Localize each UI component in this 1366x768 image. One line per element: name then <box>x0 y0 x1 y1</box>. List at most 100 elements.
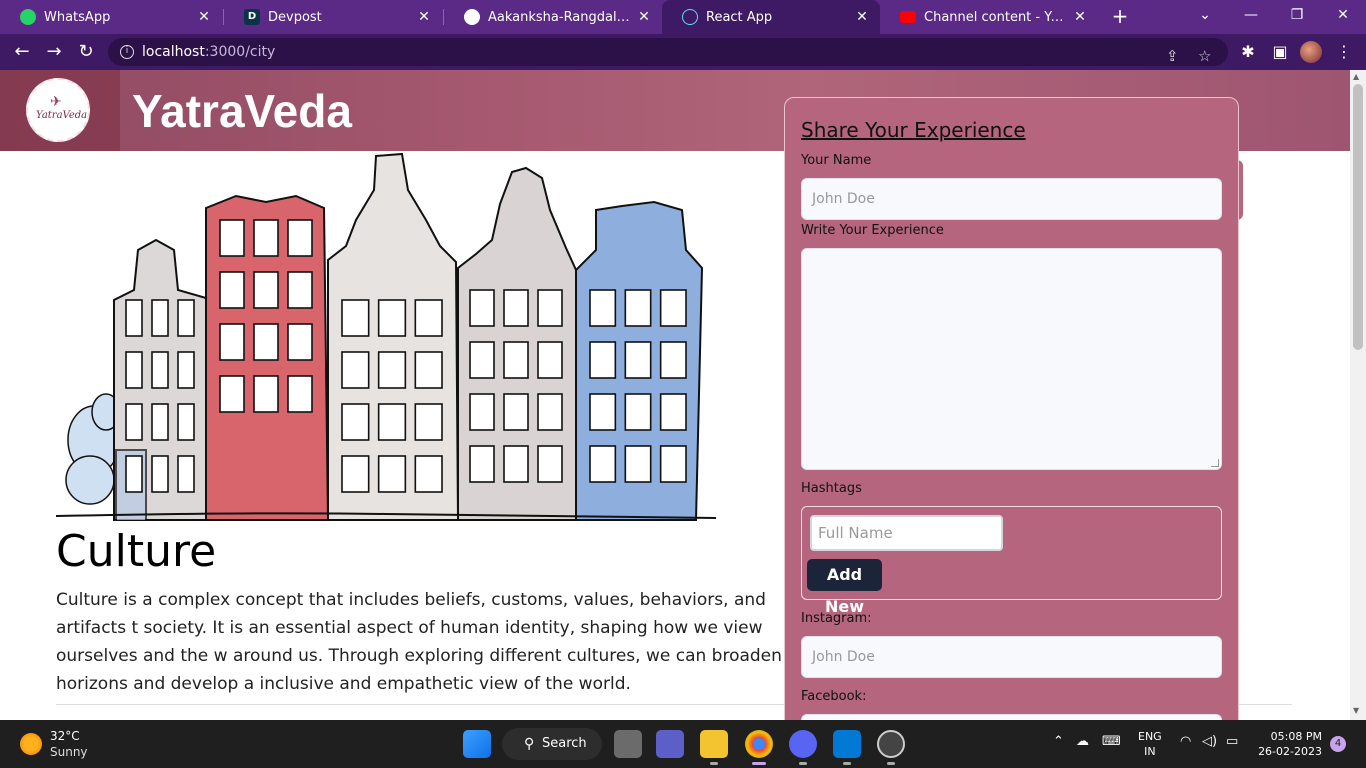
reload-icon[interactable]: ↻ <box>74 40 98 64</box>
window-pane <box>377 299 407 337</box>
battery-icon[interactable]: ▭ <box>1226 734 1238 749</box>
discord-icon[interactable] <box>789 730 817 758</box>
extensions-icon[interactable]: ✱ <box>1236 40 1260 64</box>
url-path: :3000/city <box>204 44 276 60</box>
media-player-icon[interactable] <box>877 730 905 758</box>
page-viewport: ✈ YatraVeda YatraVeda Culture Culture is… <box>0 70 1350 720</box>
resize-handle-icon[interactable] <box>1211 459 1219 467</box>
back-icon[interactable]: ← <box>10 40 34 64</box>
whatsapp-icon <box>20 9 36 25</box>
volume-icon[interactable]: ◁) <box>1202 734 1217 749</box>
window-pane <box>589 341 617 379</box>
window-pane <box>537 445 563 483</box>
window-pane <box>125 299 143 337</box>
close-icon[interactable]: ✕ <box>1072 9 1088 25</box>
menu-icon[interactable]: ⋮ <box>1332 40 1356 64</box>
notification-badge[interactable]: 4 <box>1330 736 1346 752</box>
keyboard-icon[interactable]: ⌨ <box>1102 734 1121 749</box>
system-clock[interactable]: 05:08 PM 26-02-2023 <box>1258 729 1322 759</box>
file-explorer-icon[interactable] <box>700 730 728 758</box>
tab-github[interactable]: Aakanksha-Rangdal/yatra-ve ✕ <box>444 0 662 34</box>
window-pane <box>414 455 443 493</box>
close-icon[interactable]: ✕ <box>196 9 212 25</box>
window-pane <box>177 351 195 389</box>
taskbar-search[interactable]: ⚲ Search <box>502 728 602 760</box>
hashtag-input[interactable]: Full Name <box>810 515 1003 551</box>
lang-region: IN <box>1144 745 1156 758</box>
forward-icon[interactable]: → <box>42 40 66 64</box>
window-pane <box>253 323 279 361</box>
tab-search-icon[interactable]: ⌄ <box>1182 0 1228 34</box>
search-icon: ⚲ <box>524 736 535 752</box>
window-pane <box>377 403 407 441</box>
lang-code: ENG <box>1138 730 1162 743</box>
window-pane <box>287 375 313 413</box>
sun-icon[interactable] <box>20 733 42 755</box>
tab-react-app[interactable]: React App ✕ <box>662 0 880 34</box>
window-pane <box>589 393 617 431</box>
address-bar[interactable]: i localhost:3000/city ⇪ ☆ <box>108 38 1228 66</box>
tab-title: Devpost <box>268 9 322 25</box>
instagram-input[interactable]: John Doe <box>801 636 1222 678</box>
running-indicator <box>843 762 851 765</box>
window-pane <box>287 219 313 257</box>
tab-devpost[interactable]: D Devpost ✕ <box>224 0 442 34</box>
hashtags-box: Full Name Add New <box>801 506 1222 616</box>
section-title: Culture <box>56 526 217 577</box>
name-input[interactable]: John Doe <box>801 178 1222 220</box>
window-pane <box>341 299 370 337</box>
window-pane <box>503 445 529 483</box>
tab-youtube[interactable]: Channel content - YouTube S ✕ <box>880 0 1098 34</box>
brand-title: YatraVeda <box>132 85 352 137</box>
wifi-icon[interactable]: ◠ <box>1180 734 1191 749</box>
scroll-up-icon[interactable]: ▲ <box>1353 72 1359 81</box>
scroll-thumb[interactable] <box>1353 84 1363 350</box>
window-pane <box>287 323 313 361</box>
add-new-button[interactable]: Add New <box>807 559 882 616</box>
close-icon[interactable]: ✕ <box>416 9 432 25</box>
windows-taskbar: 32°C Sunny ⚲ Search ⌃ ☁ ⌨ ENG IN ◠ ◁) ▭ … <box>0 720 1366 768</box>
close-window-button[interactable]: ✕ <box>1320 0 1366 34</box>
share-icon[interactable]: ⇪ <box>1166 42 1179 70</box>
task-view-icon[interactable] <box>614 730 642 758</box>
share-experience-panel: Share Your Experience Your Name John Doe… <box>784 97 1239 720</box>
onedrive-icon[interactable]: ☁ <box>1076 734 1089 749</box>
experience-textarea[interactable] <box>801 248 1222 470</box>
window-pane <box>151 299 169 337</box>
weather-temperature[interactable]: 32°C <box>50 729 80 743</box>
restore-button[interactable]: ❐ <box>1274 0 1320 34</box>
close-icon[interactable]: ✕ <box>854 9 870 25</box>
window-pane <box>624 341 652 379</box>
teams-icon[interactable] <box>656 730 684 758</box>
window-pane <box>469 445 495 483</box>
site-info-icon[interactable]: i <box>120 45 134 59</box>
tab-title: Aakanksha-Rangdal/yatra-ve <box>488 9 630 25</box>
new-tab-button[interactable]: + <box>1108 4 1132 28</box>
clock-time: 05:08 PM <box>1270 730 1322 743</box>
section-body: Culture is a complex concept that includ… <box>56 590 816 694</box>
chrome-icon[interactable] <box>745 730 773 758</box>
side-panel-icon[interactable]: ▣ <box>1268 40 1292 64</box>
site-logo[interactable]: ✈ YatraVeda <box>26 78 90 142</box>
chevron-up-icon[interactable]: ⌃ <box>1053 734 1064 749</box>
start-icon[interactable] <box>463 730 491 758</box>
close-icon[interactable]: ✕ <box>636 9 652 25</box>
vscode-icon[interactable] <box>833 730 861 758</box>
page-scrollbar[interactable]: ▲ ▼ <box>1350 70 1366 720</box>
window-pane <box>377 455 407 493</box>
language-indicator[interactable]: ENG IN <box>1138 729 1162 759</box>
clock-date: 26-02-2023 <box>1258 745 1322 758</box>
bookmark-star-icon[interactable]: ☆ <box>1198 42 1211 70</box>
window-pane <box>659 393 687 431</box>
plane-icon: ✈ <box>50 94 62 110</box>
scroll-down-icon[interactable]: ▼ <box>1353 706 1359 715</box>
hashtags-label: Hashtags <box>801 481 862 496</box>
profile-avatar[interactable] <box>1300 41 1322 63</box>
window-pane <box>125 455 143 493</box>
tab-whatsapp[interactable]: WhatsApp ✕ <box>0 0 222 34</box>
window-pane <box>177 455 195 493</box>
weather-condition[interactable]: Sunny <box>50 745 88 759</box>
tree-drawing <box>65 393 121 505</box>
minimize-button[interactable]: — <box>1228 0 1274 34</box>
window-pane <box>219 219 245 257</box>
